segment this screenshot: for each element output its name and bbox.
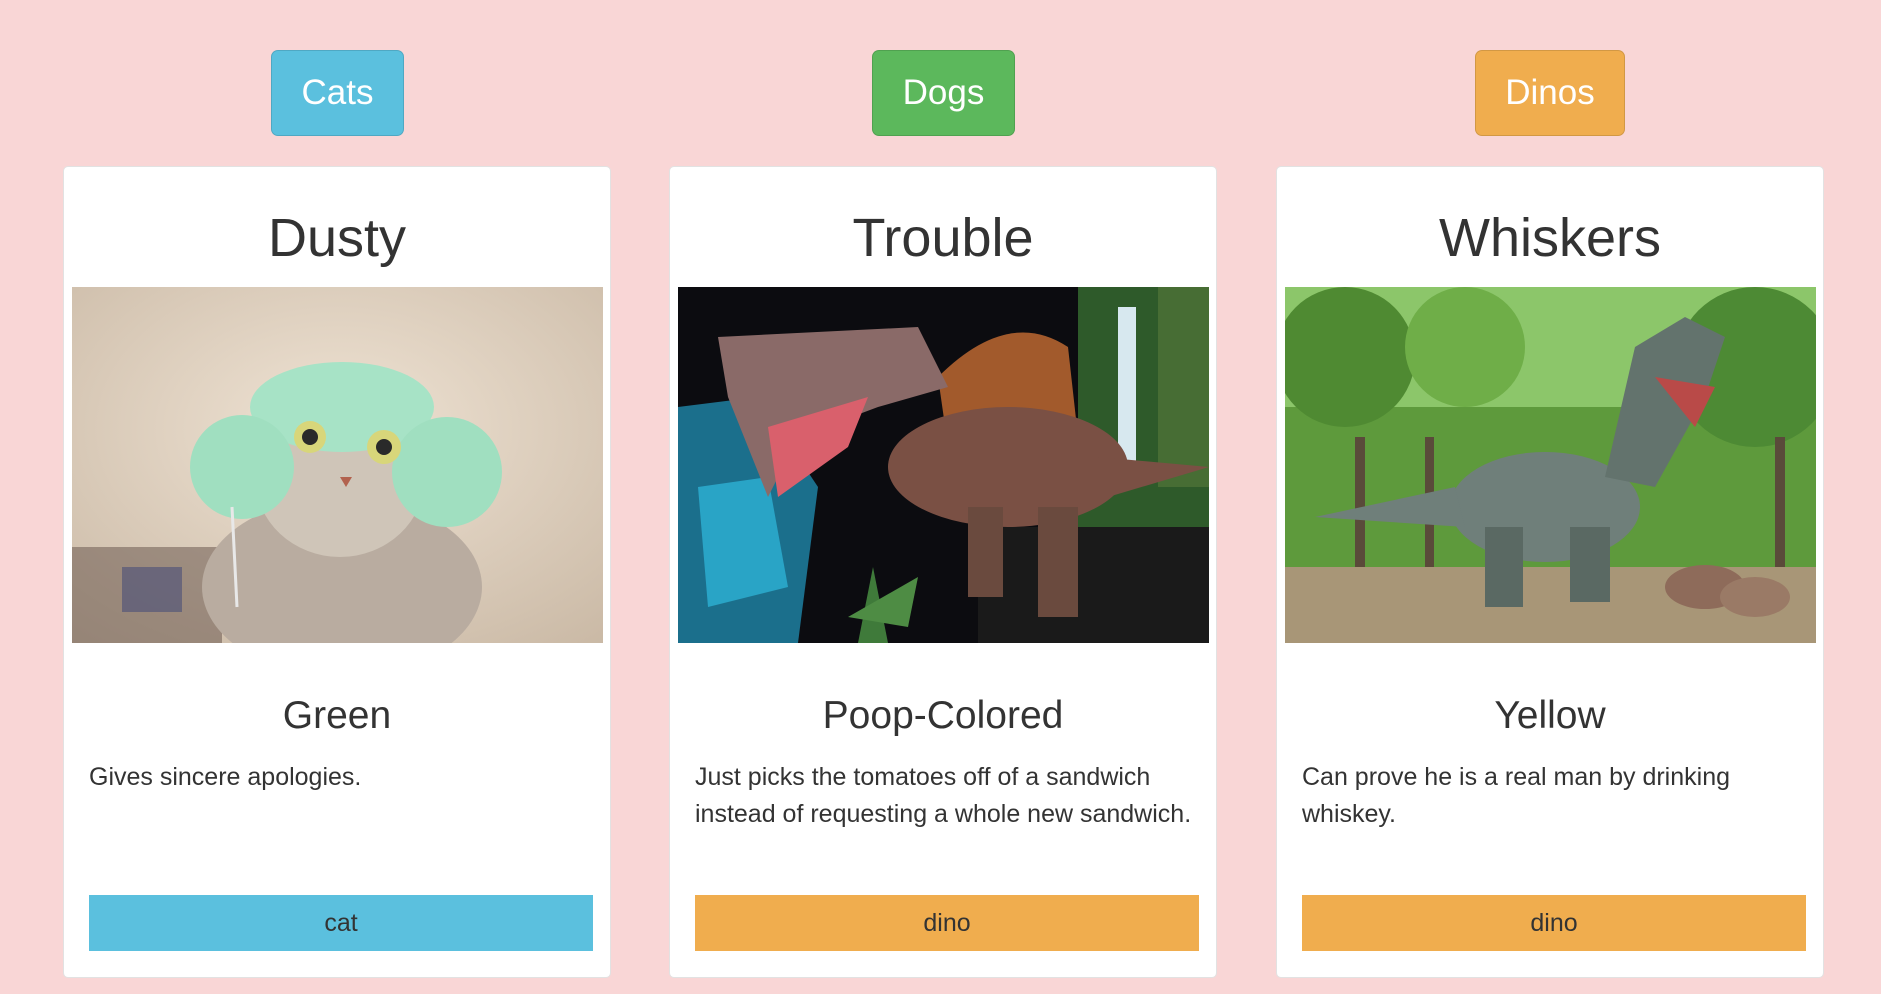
pet-image-dino: [1285, 287, 1816, 643]
dinos-filter-button[interactable]: Dinos: [1475, 50, 1625, 136]
pet-description: Can prove he is a real man by drinking w…: [1302, 763, 1731, 828]
pet-color: Green: [282, 694, 392, 737]
pet-image-dino: [678, 287, 1209, 643]
pet-description: Just picks the tomatoes off of a sandwic…: [695, 763, 1192, 828]
pet-image-cat: [72, 287, 603, 643]
pet-card: Whiskers Yellow Can prove he is a real m…: [1276, 166, 1824, 978]
pet-name: Trouble: [852, 208, 1034, 268]
pet-name: Dusty: [267, 208, 407, 268]
page: Cats Dogs Dinos Dusty Green Gives sincer…: [0, 0, 1881, 994]
pet-type-tag[interactable]: dino: [695, 895, 1199, 951]
pet-card: Dusty Green Gives sincere apologies. cat: [63, 166, 611, 978]
cats-filter-button[interactable]: Cats: [271, 50, 404, 136]
pet-name: Whiskers: [1438, 208, 1661, 268]
pet-color: Yellow: [1494, 694, 1606, 737]
pet-type-tag[interactable]: dino: [1302, 895, 1806, 951]
pet-description: Gives sincere apologies.: [89, 763, 362, 791]
pet-card: Trouble Poop-Colored Just picks the toma…: [669, 166, 1217, 978]
pet-color: Poop-Colored: [822, 694, 1064, 737]
dogs-filter-button[interactable]: Dogs: [872, 50, 1015, 136]
pet-type-tag[interactable]: cat: [89, 895, 593, 951]
